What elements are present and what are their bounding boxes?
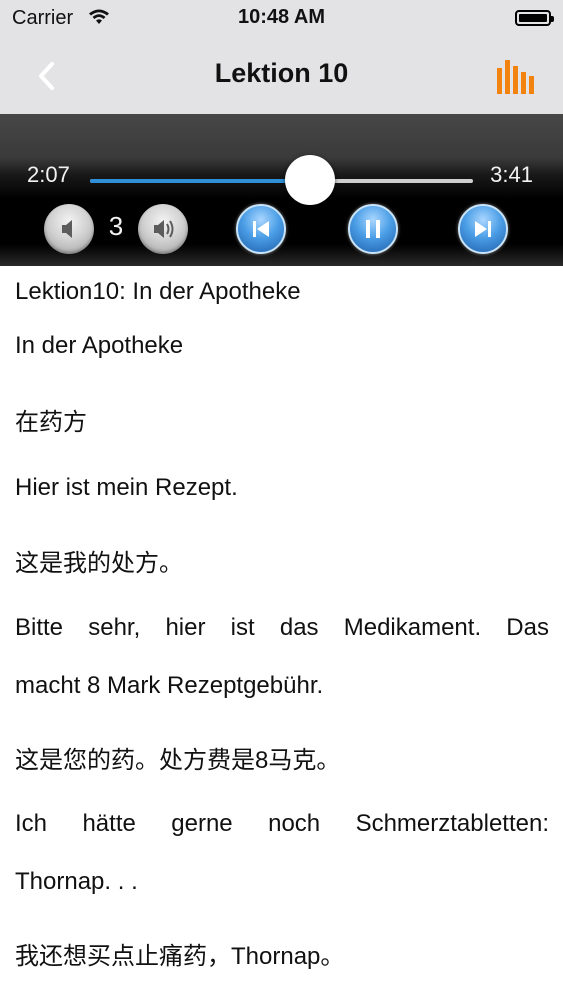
bars-icon <box>497 60 534 94</box>
status-bar: Carrier 10:48 AM <box>0 0 563 38</box>
text-line: macht 8 Mark Rezeptgebühr. <box>15 672 324 699</box>
pause-button[interactable] <box>348 204 398 254</box>
volume-up-button[interactable] <box>138 204 188 254</box>
text-line: 我还想买点止痛药，Thornap。 <box>15 943 345 970</box>
progress-fill <box>90 179 311 183</box>
previous-button[interactable] <box>236 204 286 254</box>
next-button[interactable] <box>458 204 508 254</box>
lesson-title: Lektion10: In der Apotheke <box>15 278 301 305</box>
elapsed-time: 2:07 <box>27 162 70 187</box>
nav-bar: Lektion 10 <box>0 38 563 114</box>
playlist-button[interactable] <box>495 58 537 96</box>
audio-player: 2:07 3:41 3 <box>0 114 563 266</box>
volume-up-icon <box>154 220 174 238</box>
text-line: Hier ist mein Rezept. <box>15 474 238 501</box>
progress-thumb[interactable] <box>285 155 336 205</box>
text-line: 这是您的药。处方费是8马克。 <box>15 747 341 774</box>
text-line: 在药方 <box>15 409 87 436</box>
text-line: Thornap. . . <box>15 868 138 895</box>
text-line: Bitte sehr, hier ist das Medikament. Das <box>15 614 549 641</box>
total-time: 3:41 <box>490 162 533 187</box>
pause-icon <box>366 220 380 238</box>
volume-down-button[interactable] <box>44 204 94 254</box>
skip-next-icon <box>475 221 491 237</box>
progress-slider[interactable] <box>90 179 473 183</box>
text-line: Ich hätte gerne noch Schmerztabletten: <box>15 810 549 837</box>
volume-down-icon <box>62 220 72 238</box>
skip-previous-icon <box>253 221 269 237</box>
status-time: 10:48 AM <box>237 6 326 28</box>
text-line: In der Apotheke <box>15 332 184 359</box>
page-title: Lektion 10 <box>214 58 349 88</box>
battery-icon <box>515 10 554 26</box>
volume-level: 3 <box>108 211 124 241</box>
text-line: 这是我的处方。 <box>15 550 183 577</box>
